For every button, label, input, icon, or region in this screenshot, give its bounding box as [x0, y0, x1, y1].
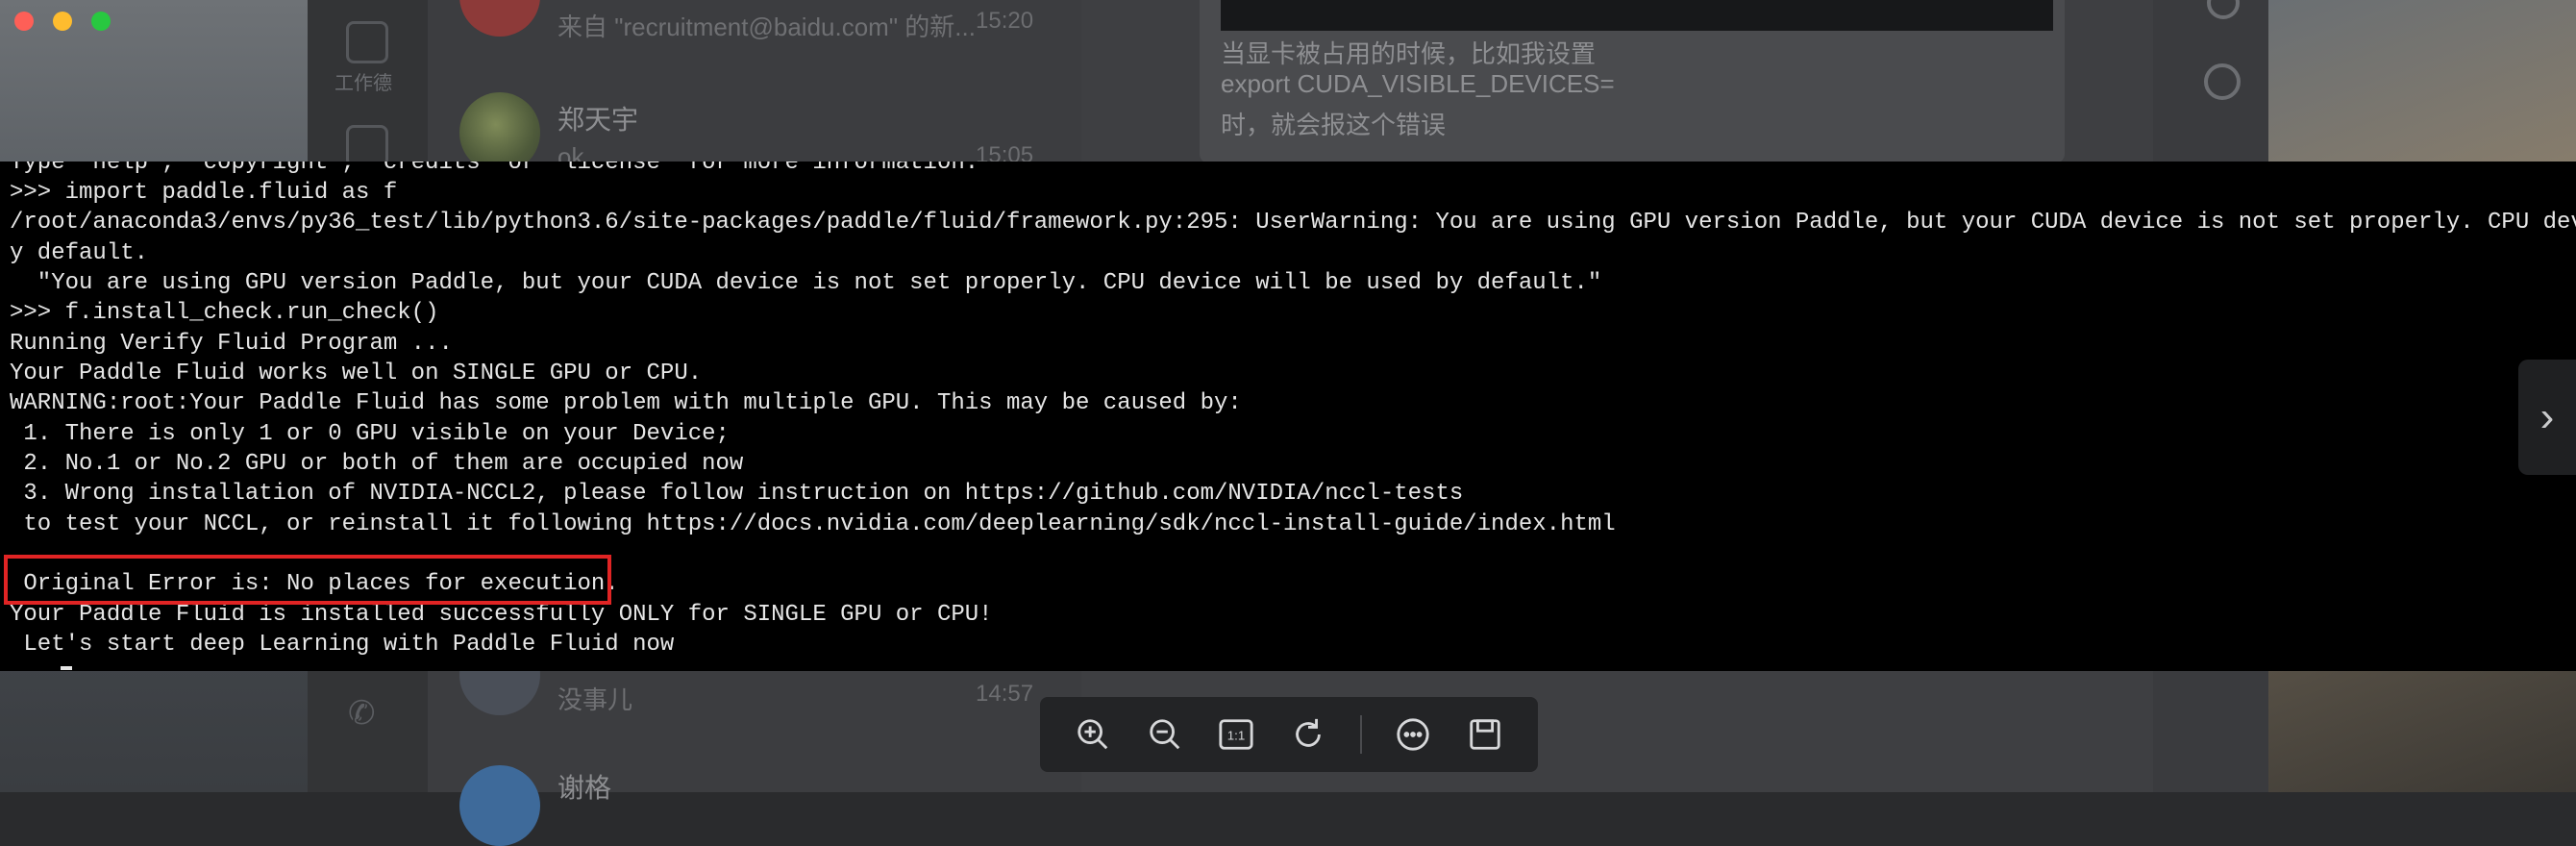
- terminal-line: WARNING:root:Your Paddle Fluid has some …: [10, 390, 1242, 416]
- contact-time: 14:57: [976, 681, 1034, 707]
- zoom-out-button[interactable]: [1145, 714, 1185, 755]
- contact-name: 谢格: [557, 773, 612, 803]
- contact-message-preview: 没事儿: [557, 685, 633, 714]
- terminal-line: >>> import paddle.fluid as f: [10, 180, 398, 206]
- gear-icon[interactable]: [2204, 63, 2241, 100]
- message-text-line: 时，就会报这个错误: [1221, 111, 1447, 139]
- terminal-cursor: [61, 666, 72, 670]
- zoom-in-icon: [1077, 719, 1108, 750]
- contact-name: 郑天宇: [557, 105, 639, 135]
- message-text-line: export CUDA_VISIBLE_DEVICES=: [1221, 69, 1615, 98]
- terminal-line: 1. There is only 1 or 0 GPU visible on y…: [10, 421, 730, 447]
- terminal-line: 3. Wrong installation of NVIDIA-NCCL2, p…: [10, 481, 1464, 507]
- actual-size-button[interactable]: 1:1: [1216, 714, 1256, 755]
- toolbar-divider: [1359, 715, 1362, 754]
- save-button[interactable]: [1465, 714, 1505, 755]
- error-highlight-box: [4, 555, 611, 605]
- close-window-button[interactable]: [14, 12, 34, 31]
- sidebar-label-workbench: 工作德: [334, 73, 392, 94]
- message-text-line: 当显卡被占用的时候，比如我设置: [1221, 39, 1597, 68]
- terminal-line: Type "help", "copyright", "credits" or "…: [10, 162, 979, 176]
- workbench-icon[interactable]: [346, 21, 388, 63]
- minimize-window-button[interactable]: [53, 12, 72, 31]
- more-options-button[interactable]: [1393, 714, 1433, 755]
- image-viewer-toolbar: 1:1: [1040, 697, 1538, 772]
- zoom-out-icon: [1150, 719, 1180, 750]
- terminal-line: Running Verify Fluid Program ...: [10, 331, 453, 357]
- terminal-line: 2. No.1 or No.2 GPU or both of them are …: [10, 451, 744, 477]
- zoom-in-button[interactable]: [1073, 714, 1113, 755]
- terminal-line: /root/anaconda3/envs/py36_test/lib/pytho…: [10, 210, 2576, 236]
- phone-icon[interactable]: ✆: [348, 694, 376, 733]
- chevron-right-icon: ›: [2539, 393, 2555, 440]
- avatar[interactable]: [459, 765, 540, 846]
- message-image-thumbnail[interactable]: [1221, 0, 2053, 31]
- terminal-line: Let's start deep Learning with Paddle Fl…: [10, 632, 675, 658]
- terminal-line: to test your NCCL, or reinstall it follo…: [10, 511, 1616, 537]
- save-icon: [1469, 719, 1500, 750]
- next-image-button[interactable]: ›: [2518, 360, 2576, 475]
- contact-message-preview: 来自 "recruitment@baidu.com" 的新...: [557, 12, 976, 41]
- terminal-line: Your Paddle Fluid works well on SINGLE G…: [10, 361, 703, 386]
- terminal-line: "You are using GPU version Paddle, but y…: [10, 270, 1602, 296]
- rotate-icon: [1296, 718, 1321, 747]
- actual-size-label: 1:1: [1227, 729, 1246, 743]
- actual-size-icon: 1:1: [1219, 719, 1253, 750]
- maximize-window-button[interactable]: [91, 12, 111, 31]
- terminal-line: >>> f.install_check.run_check(): [10, 300, 439, 326]
- terminal-line: y default.: [10, 240, 149, 266]
- rotate-button[interactable]: [1288, 714, 1328, 755]
- more-icon: [1397, 718, 1429, 751]
- contact-time: 15:20: [976, 8, 1034, 34]
